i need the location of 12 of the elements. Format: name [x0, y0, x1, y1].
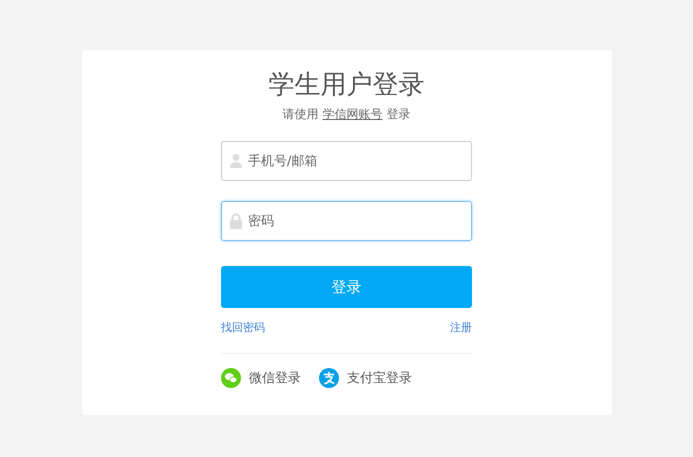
lock-icon — [229, 213, 243, 229]
forgot-password-link[interactable]: 找回密码 — [221, 320, 265, 335]
register-link[interactable]: 注册 — [450, 320, 472, 335]
account-field[interactable]: 手机号/邮箱 — [221, 141, 472, 181]
subtitle: 请使用 学信网账号 登录 — [282, 106, 410, 123]
chat-bubbles-icon[interactable] — [221, 368, 241, 388]
account-link[interactable]: 学信网账号 — [322, 107, 382, 121]
user-icon — [229, 153, 243, 169]
social-login-label[interactable]: 支付宝登录 — [347, 369, 412, 387]
social-login-label[interactable]: 微信登录 — [249, 369, 301, 387]
page-title: 学生用户登录 — [268, 69, 426, 102]
password-field[interactable]: 密码 — [221, 201, 472, 241]
